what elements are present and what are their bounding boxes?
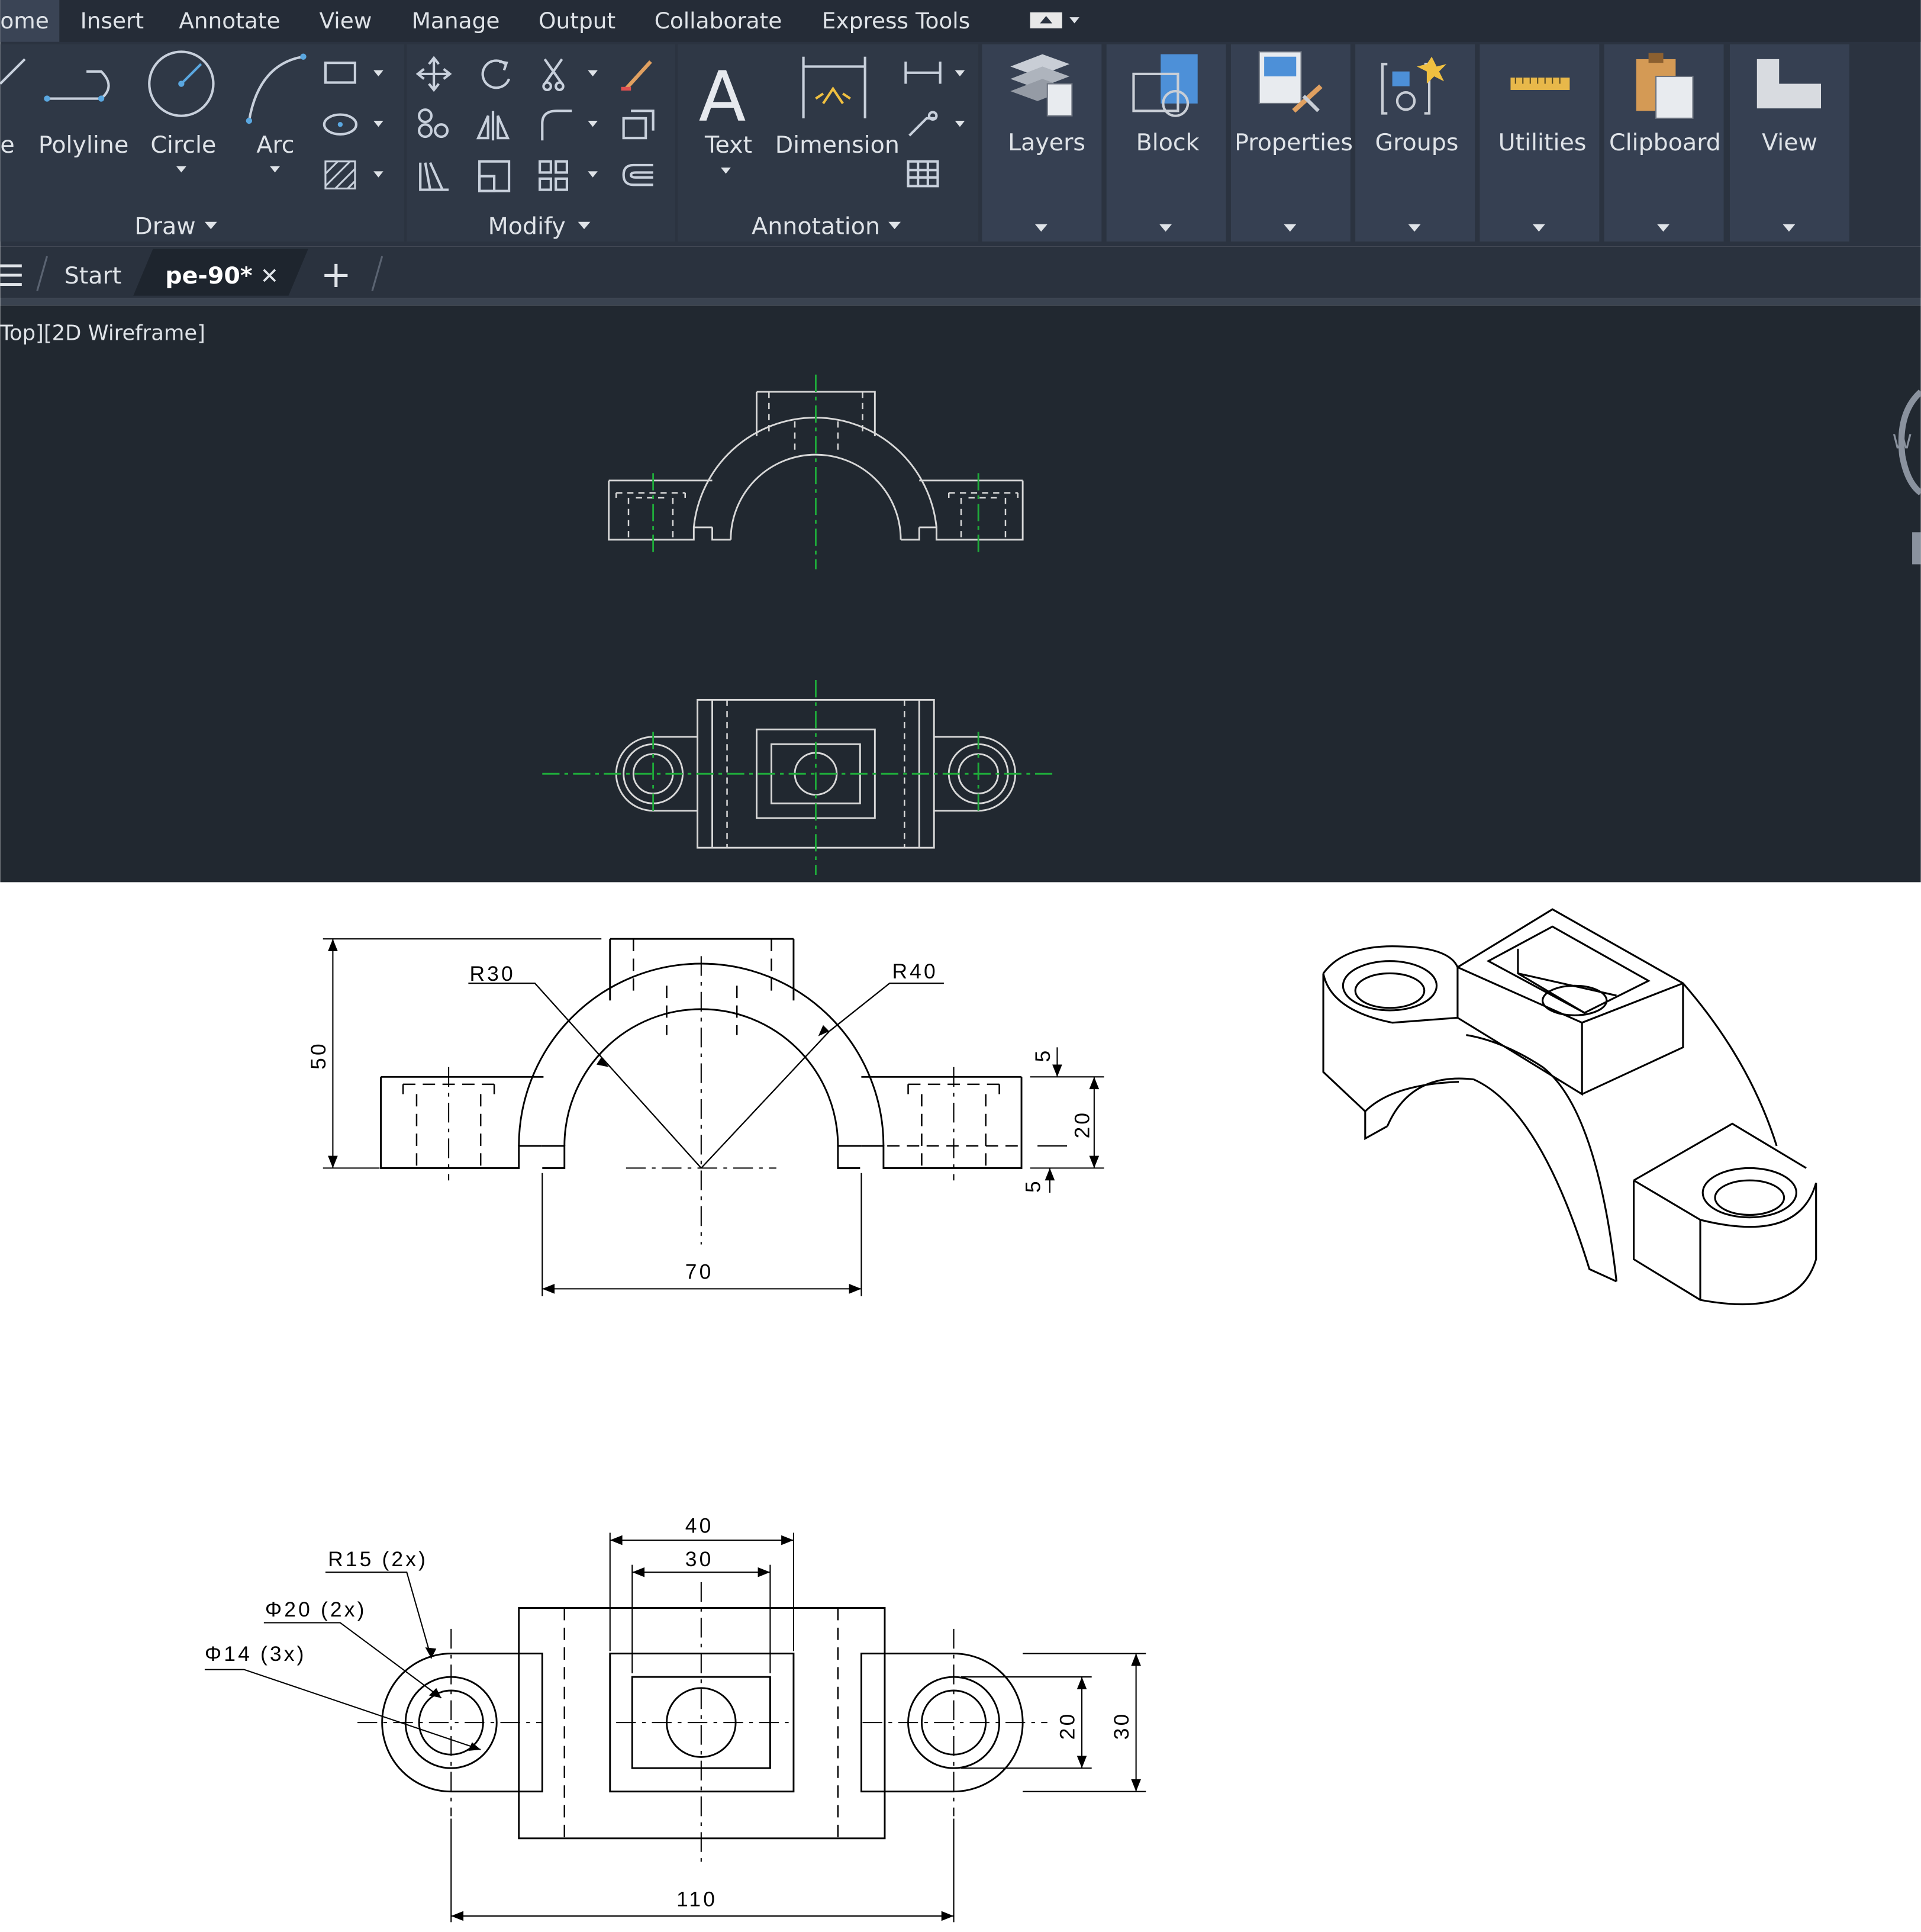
draw-panel-label[interactable]: Draw bbox=[134, 213, 195, 240]
menu-item-express-tools[interactable]: Express Tools bbox=[822, 8, 970, 34]
clipboard-panel[interactable]: Clipboard bbox=[1604, 44, 1724, 242]
menu-item-view[interactable]: View bbox=[320, 8, 372, 34]
drawing-canvas[interactable] bbox=[0, 305, 1921, 883]
layers-label: Layers bbox=[1008, 129, 1085, 156]
menu-item-collaborate[interactable]: Collaborate bbox=[655, 8, 782, 34]
viewcube-compass-label: W bbox=[1893, 430, 1912, 453]
top-boss-outer-40-label: 40 bbox=[685, 1515, 714, 1538]
polyline-label: Polyline bbox=[38, 131, 128, 159]
front-radius-r30-label: R30 bbox=[469, 962, 515, 986]
front-radius-r40-label: R40 bbox=[892, 960, 937, 983]
annotation-panel: A Text Dimension Annotation bbox=[678, 44, 979, 242]
front-top-step-5-label: 5 bbox=[1032, 1048, 1055, 1062]
text-tool-icon[interactable]: A bbox=[699, 57, 746, 137]
tab-start[interactable]: Start bbox=[65, 262, 122, 289]
block-label: Block bbox=[1136, 129, 1200, 156]
view-panel[interactable]: View bbox=[1729, 44, 1849, 242]
navigation-bar-handle[interactable] bbox=[1912, 532, 1921, 565]
line-label: e bbox=[0, 131, 14, 159]
clipboard-label: Clipboard bbox=[1609, 129, 1721, 156]
text-tool-label: Text bbox=[704, 131, 752, 159]
menu-item-insert[interactable]: Insert bbox=[80, 8, 144, 34]
menu-item-manage[interactable]: Manage bbox=[412, 8, 500, 34]
top-hole-spacing-110-label: 110 bbox=[676, 1888, 717, 1911]
front-bottom-step-5-label: 5 bbox=[1021, 1178, 1045, 1193]
arc-label: Arc bbox=[256, 131, 294, 159]
block-panel[interactable]: Block bbox=[1106, 44, 1226, 242]
viewport-controls-label[interactable]: Top][2D Wireframe] bbox=[0, 321, 205, 346]
tab-close-icon[interactable]: ✕ bbox=[260, 263, 279, 289]
layers-panel[interactable]: Layers bbox=[982, 44, 1102, 242]
utilities-panel[interactable]: Utilities bbox=[1480, 44, 1600, 242]
tab-active-drawing[interactable]: pe-90* bbox=[165, 262, 252, 289]
top-boss-inner-30-label: 30 bbox=[685, 1548, 714, 1571]
utilities-label: Utilities bbox=[1498, 129, 1587, 156]
draw-panel: e Polyline Circle Arc Draw bbox=[0, 44, 405, 242]
top-hole-label: Φ14 (3x) bbox=[205, 1643, 307, 1666]
view-label: View bbox=[1762, 129, 1817, 156]
properties-panel[interactable]: Properties bbox=[1230, 44, 1353, 242]
menu-item-output[interactable]: Output bbox=[539, 8, 615, 34]
circle-label: Circle bbox=[150, 131, 216, 159]
application-menu-icon[interactable]: ☰ bbox=[0, 259, 24, 293]
top-lug-radius-label: R15 (2x) bbox=[328, 1548, 428, 1571]
groups-panel[interactable]: Groups bbox=[1355, 44, 1475, 242]
autocad-screen: ome Insert Annotate View Manage Output C… bbox=[0, 0, 1921, 1932]
top-inner-width-20-label: 20 bbox=[1056, 1712, 1079, 1740]
front-height-50-label: 50 bbox=[307, 1041, 330, 1070]
front-arch-width-70-label: 70 bbox=[685, 1261, 714, 1284]
new-tab-icon[interactable]: + bbox=[321, 253, 352, 296]
properties-label: Properties bbox=[1235, 129, 1353, 156]
ruler-icon bbox=[1510, 78, 1570, 90]
tab-bar-divider bbox=[0, 298, 1921, 306]
modify-panel-label[interactable]: Modify bbox=[488, 213, 566, 240]
groups-label: Groups bbox=[1375, 129, 1458, 156]
top-outer-width-30-label: 30 bbox=[1110, 1712, 1133, 1740]
menu-item-home[interactable]: ome bbox=[0, 8, 49, 34]
modify-panel: Modify bbox=[407, 44, 676, 242]
reference-sheet bbox=[0, 882, 1921, 1932]
menu-item-annotate[interactable]: Annotate bbox=[179, 8, 280, 34]
front-thickness-20-label: 20 bbox=[1071, 1110, 1094, 1139]
top-counterbore-label: Φ20 (2x) bbox=[265, 1598, 367, 1621]
annotation-panel-label[interactable]: Annotation bbox=[752, 213, 880, 240]
autocad-screen-graphic: ome Insert Annotate View Manage Output C… bbox=[0, 0, 1921, 1932]
dimension-tool-label: Dimension bbox=[775, 131, 900, 159]
